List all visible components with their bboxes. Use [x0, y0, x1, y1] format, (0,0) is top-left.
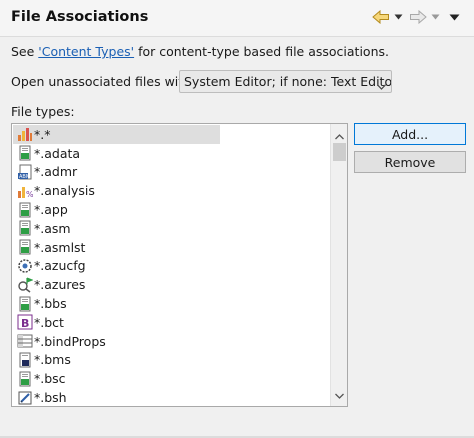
dropdown-icon	[431, 14, 440, 20]
forward-arrow-icon	[409, 10, 427, 24]
file-type-row[interactable]: *.bbs	[13, 294, 331, 313]
file-type-label: *.adata	[34, 145, 81, 161]
file-type-label: *.bct	[34, 314, 64, 330]
document-green-icon	[17, 145, 33, 161]
file-type-label: *.analysis	[34, 183, 95, 199]
properties-table-icon	[17, 333, 33, 349]
svg-text:%: %	[26, 190, 33, 199]
content-types-link[interactable]: 'Content Types'	[38, 44, 134, 59]
document-green-icon	[17, 371, 33, 387]
back-button[interactable]	[372, 7, 390, 27]
content-types-hint: See 'Content Types' for content-type bas…	[11, 44, 389, 59]
svg-text:B: B	[21, 317, 29, 330]
view-menu-icon	[449, 14, 460, 21]
svg-text:ABM: ABM	[19, 174, 30, 180]
file-type-row[interactable]: *.adata	[13, 144, 331, 163]
gear-globe-icon	[17, 258, 33, 274]
file-type-row[interactable]: *.asm	[13, 219, 331, 238]
file-type-row[interactable]: *.bsh	[13, 388, 331, 406]
file-type-row[interactable]: *.*	[13, 125, 220, 144]
dropdown-icon	[394, 14, 403, 20]
file-type-label: *.bbs	[34, 296, 67, 312]
file-types-rows: *.* *.adata ABM *.admr% *.analysis *.app *.asm…	[13, 125, 331, 406]
document-green-icon	[17, 202, 33, 218]
file-type-label: *.asmlst	[34, 239, 86, 255]
file-type-row[interactable]: *.bsc	[13, 369, 331, 388]
scroll-up-icon[interactable]	[335, 128, 344, 143]
file-type-label: *.*	[34, 126, 51, 142]
back-history-dropdown[interactable]	[394, 7, 403, 27]
file-type-row[interactable]: *.azures	[13, 275, 331, 294]
file-type-label: *.bms	[34, 352, 71, 368]
page-title: File Associations	[11, 9, 149, 25]
b-purple-icon: B	[17, 314, 33, 330]
file-type-label: *.app	[34, 202, 68, 218]
remove-button[interactable]: Remove	[354, 151, 466, 173]
file-types-label: File types:	[11, 104, 75, 119]
open-with-select[interactable]: System Editor; if none: Text Editor	[179, 70, 392, 93]
abm-document-icon: ABM	[17, 164, 33, 180]
file-type-label: *.asm	[34, 220, 71, 236]
file-type-row[interactable]: *.bindProps	[13, 332, 331, 351]
file-type-label: *.admr	[34, 164, 78, 180]
chart-editor-icon	[17, 126, 33, 142]
view-header: File Associations	[0, 0, 474, 37]
hint-prefix: See	[11, 44, 39, 59]
file-type-row[interactable]: B *.bct	[13, 313, 331, 332]
search-flag-icon	[17, 277, 34, 293]
file-type-row[interactable]: *.azucfg	[13, 257, 331, 276]
open-with-label: Open unassociated files with:	[11, 74, 196, 89]
scroll-down-icon[interactable]	[335, 387, 344, 402]
file-type-row[interactable]: % *.analysis	[13, 181, 331, 200]
hint-suffix: for content-type based file associations…	[134, 44, 389, 59]
file-type-label: *.bsc	[34, 371, 66, 387]
document-dark-icon	[17, 352, 33, 368]
file-type-label: *.azures	[34, 277, 86, 293]
file-type-row[interactable]: *.asmlst	[13, 238, 331, 257]
add-button[interactable]: Add...	[354, 123, 466, 145]
vertical-scrollbar[interactable]	[330, 124, 347, 406]
back-arrow-icon	[372, 10, 390, 24]
chevron-down-icon	[377, 78, 386, 92]
open-with-value: System Editor; if none: Text Editor	[184, 74, 392, 89]
document-green-icon	[17, 220, 33, 236]
file-type-row[interactable]: *.app	[13, 200, 331, 219]
file-type-label: *.bsh	[34, 390, 67, 406]
analysis-chart-icon: %	[17, 183, 34, 199]
document-green-icon	[17, 296, 33, 312]
file-type-label: *.bindProps	[34, 333, 106, 349]
edit-script-icon	[17, 390, 33, 406]
view-menu-button[interactable]	[449, 7, 460, 27]
file-type-row[interactable]: ABM *.admr	[13, 163, 331, 182]
scrollbar-thumb[interactable]	[333, 143, 346, 161]
document-green-icon	[17, 239, 33, 255]
forward-history-dropdown[interactable]	[431, 7, 440, 27]
file-type-row[interactable]: *.bms	[13, 351, 331, 370]
file-type-label: *.azucfg	[34, 258, 86, 274]
forward-button[interactable]	[409, 7, 427, 27]
file-types-list[interactable]: *.* *.adata ABM *.admr% *.analysis *.app *.asm…	[11, 123, 348, 407]
